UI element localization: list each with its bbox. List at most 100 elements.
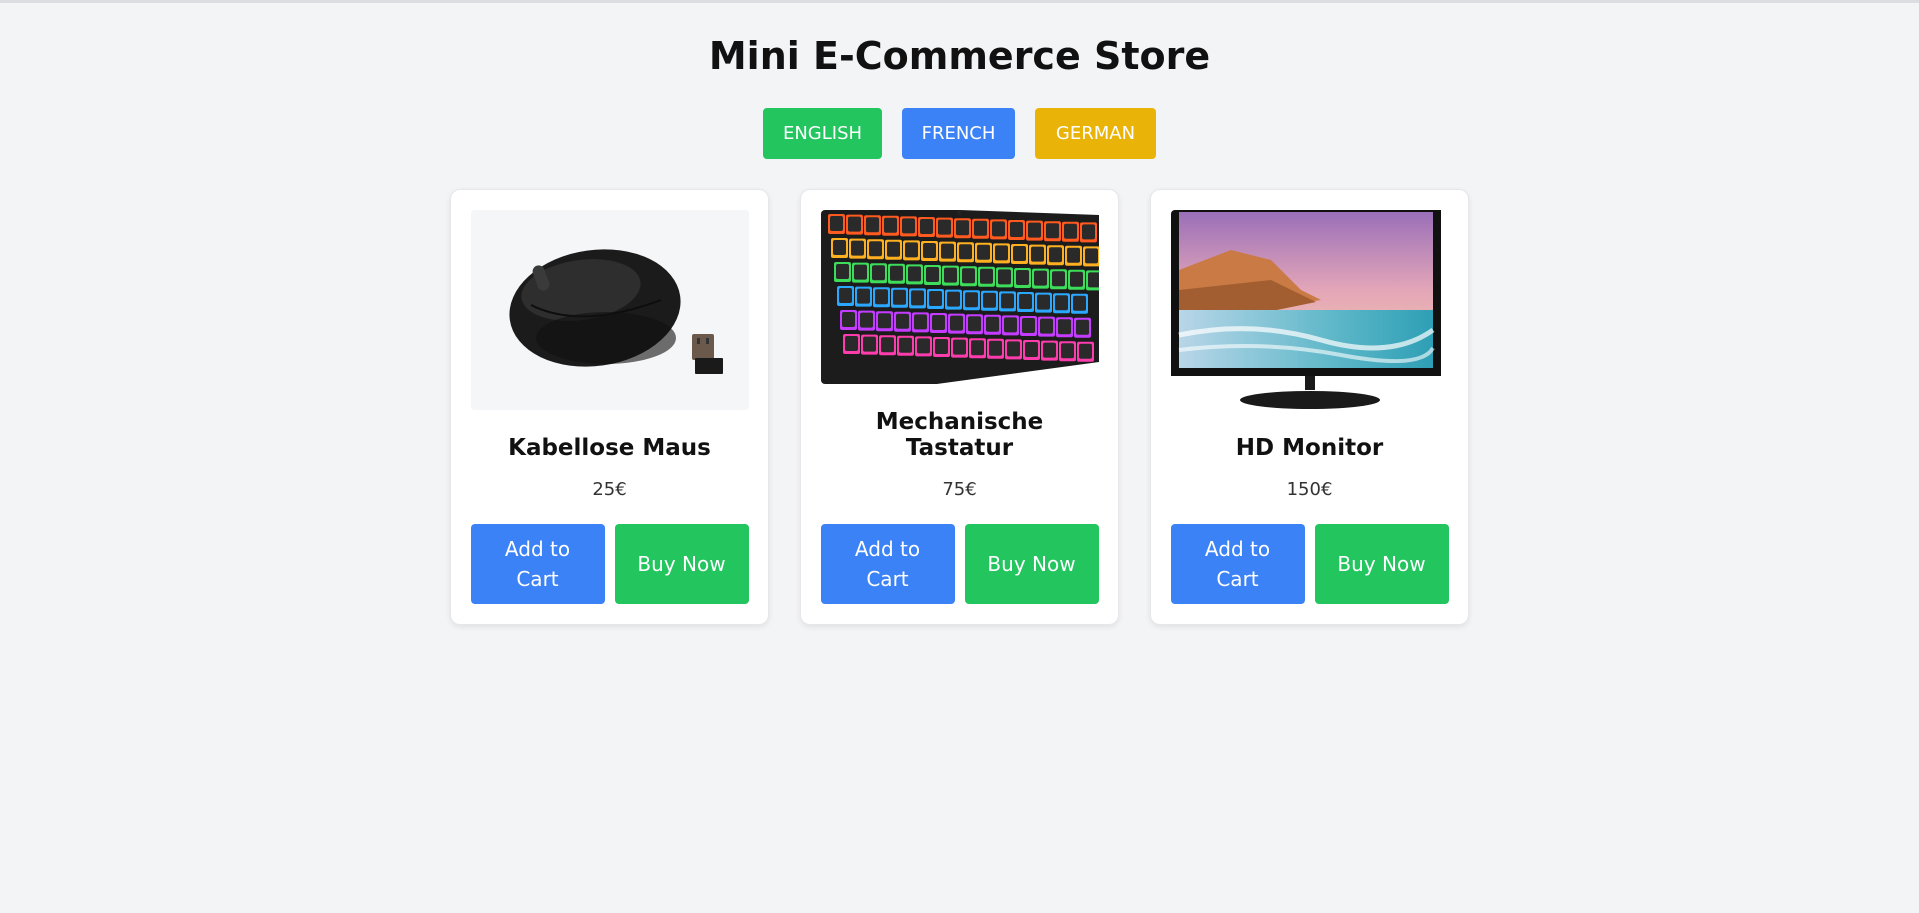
keyboard-key — [1036, 294, 1050, 310]
product-card: HD Monitor 150€ Add to Cart Buy Now — [1150, 189, 1469, 625]
product-image-mouse — [470, 210, 749, 410]
keyboard-key — [841, 312, 855, 327]
add-to-cart-button[interactable]: Add to Cart — [1170, 524, 1305, 604]
mechanical-keyboard-image — [820, 210, 1099, 384]
add-to-cart-button[interactable]: Add to Cart — [470, 524, 605, 604]
keyboard-key — [988, 340, 1002, 356]
product-image-keyboard — [820, 210, 1099, 384]
language-switcher: ENGLISH FRENCH GERMAN — [0, 108, 1919, 159]
keyboard-key — [883, 217, 897, 233]
keyboard-key — [913, 314, 927, 330]
product-name: Mechanische Tastatur — [875, 409, 1044, 461]
language-german-button[interactable]: GERMAN — [1035, 108, 1156, 159]
keyboard-key — [892, 289, 906, 305]
keyboard-key — [991, 221, 1005, 237]
buy-now-button[interactable]: Buy Now — [964, 524, 1099, 604]
keyboard-key — [1015, 270, 1029, 285]
keyboard-key — [898, 337, 912, 353]
product-price: 150€ — [1286, 479, 1333, 500]
keyboard-key — [847, 216, 861, 232]
keyboard-key — [937, 219, 951, 235]
keyboard-key — [1087, 272, 1099, 288]
keyboard-key — [1081, 224, 1095, 240]
keyboard-key — [919, 219, 933, 234]
keyboard-key — [889, 265, 903, 281]
keyboard-key — [877, 313, 891, 329]
product-price: 25€ — [592, 479, 627, 500]
buy-now-button[interactable]: Buy Now — [614, 524, 749, 604]
keyboard-key — [1039, 318, 1053, 334]
keyboard-key — [1060, 343, 1074, 359]
keyboard-key — [940, 243, 954, 259]
keyboard-key — [928, 291, 942, 306]
keyboard-key — [976, 244, 990, 260]
keyboard-key — [1045, 223, 1059, 239]
keyboard-key — [844, 336, 858, 351]
keyboard-key — [1051, 271, 1065, 287]
page-title: Mini E-Commerce Store — [708, 34, 1211, 78]
keyboard-key — [997, 269, 1011, 285]
keyboard-key — [1042, 342, 1056, 358]
keyboard-key — [1033, 270, 1047, 286]
keyboard-key — [1072, 295, 1086, 311]
add-to-cart-button[interactable]: Add to Cart — [820, 524, 955, 604]
keyboard-key — [1084, 248, 1098, 264]
keyboard-key — [886, 241, 900, 257]
language-french-button[interactable]: FRENCH — [902, 108, 1015, 159]
hd-monitor-image — [1170, 210, 1449, 410]
product-grid: Kabellose Maus 25€ Add to Cart Buy Now M… — [0, 189, 1919, 625]
keyboard-key — [925, 267, 939, 282]
keyboard-key — [1048, 247, 1062, 263]
keyboard-key — [1006, 341, 1020, 357]
keyboard-key — [904, 242, 918, 258]
keyboard-key — [880, 337, 894, 353]
keyboard-key — [868, 241, 882, 257]
keyboard-key — [856, 288, 870, 304]
keyboard-key — [970, 340, 984, 356]
keyboard-key — [1003, 317, 1017, 333]
keyboard-key — [946, 291, 960, 307]
keyboard-key — [1021, 318, 1035, 333]
keyboard-key — [859, 312, 873, 328]
product-actions: Add to Cart Buy Now — [470, 524, 749, 604]
keyboard-key — [973, 220, 987, 236]
keyboard-key — [895, 313, 909, 329]
keyboard-key — [853, 264, 867, 280]
keyboard-key — [865, 217, 879, 233]
keyboard-key — [1054, 295, 1068, 311]
keyboard-key — [1009, 222, 1023, 237]
keyboard-key — [907, 266, 921, 282]
keyboard-key — [1030, 246, 1044, 262]
keyboard-key — [967, 316, 981, 332]
keyboard-key — [835, 264, 849, 279]
product-card: Kabellose Maus 25€ Add to Cart Buy Now — [450, 189, 769, 625]
keyboard-key — [985, 316, 999, 332]
keyboard-key — [1066, 247, 1080, 263]
keyboard-key — [832, 240, 846, 255]
keyboard-key — [934, 339, 948, 354]
language-english-button[interactable]: ENGLISH — [763, 108, 882, 159]
keyboard-key — [829, 216, 843, 231]
keyboard-key — [1063, 223, 1077, 239]
buy-now-button[interactable]: Buy Now — [1314, 524, 1449, 604]
keyboard-key — [949, 315, 963, 331]
product-image-monitor — [1170, 210, 1449, 410]
keyboard-key — [901, 218, 915, 234]
keyboard-key — [943, 267, 957, 283]
keyboard-key — [850, 240, 864, 256]
keyboard-key — [958, 244, 972, 260]
keyboard-key — [952, 339, 966, 355]
product-name: Kabellose Maus — [508, 435, 711, 461]
keyboard-key — [874, 289, 888, 305]
keyboard-key — [910, 290, 924, 306]
keyboard-key — [1075, 319, 1089, 335]
keyboard-key — [1069, 271, 1083, 287]
keyboard-key — [961, 268, 975, 284]
keyboard-key — [922, 243, 936, 258]
keyboard-key — [916, 338, 930, 354]
keyboard-key — [955, 220, 969, 236]
keyboard-key — [1027, 222, 1041, 238]
product-price: 75€ — [942, 479, 977, 500]
keyboard-key — [871, 265, 885, 281]
keyboard-key — [1078, 343, 1092, 359]
